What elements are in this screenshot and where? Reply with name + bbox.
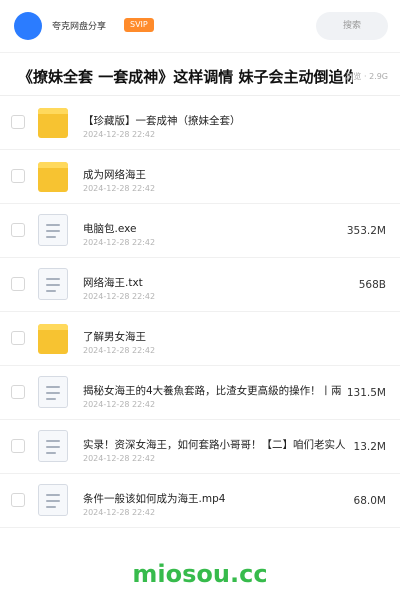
file-row[interactable]: 成为网络海王 2024-12-28 22:42 bbox=[0, 150, 400, 204]
file-checkbox[interactable] bbox=[11, 385, 25, 399]
file-row[interactable]: 电脑包.exe 2024-12-28 22:42 353.2M bbox=[0, 204, 400, 258]
document-icon bbox=[38, 430, 68, 462]
file-name[interactable]: 电脑包.exe bbox=[83, 221, 353, 236]
file-name[interactable]: 成为网络海王 bbox=[83, 167, 353, 182]
search-input[interactable]: 搜索 bbox=[316, 12, 388, 40]
document-icon bbox=[38, 484, 68, 516]
file-checkbox[interactable] bbox=[11, 169, 25, 183]
document-icon bbox=[38, 214, 68, 246]
file-row[interactable]: 揭秘女海王的4大養魚套路，比渣女更高級的操作！丨兩 2024-12-28 22:4… bbox=[0, 366, 400, 420]
file-list: 【珍藏版】一套成神（撩妹全套） 2024-12-28 22:42 成为网络海王 202… bbox=[0, 96, 400, 528]
file-row[interactable]: 了解男女海王 2024-12-28 22:42 bbox=[0, 312, 400, 366]
file-size: 353.2M bbox=[346, 225, 386, 237]
file-date: 2024-12-28 22:42 bbox=[83, 292, 156, 301]
file-size: 131.5M bbox=[346, 387, 386, 399]
file-date: 2024-12-28 22:42 bbox=[83, 238, 156, 247]
file-name[interactable]: 网络海王.txt bbox=[83, 275, 353, 290]
folder-icon bbox=[38, 324, 68, 354]
file-size: 68.0M bbox=[353, 495, 386, 507]
folder-icon bbox=[38, 162, 68, 192]
document-icon bbox=[38, 268, 68, 300]
share-title-bar: 《撩妹全套 一套成神》这样调情 妹子会主动倒追你 浏览 · 2.9G bbox=[0, 52, 400, 96]
svip-badge: SVIP bbox=[124, 18, 154, 32]
folder-icon bbox=[38, 108, 68, 138]
file-name[interactable]: 揭秘女海王的4大養魚套路，比渣女更高級的操作！丨兩 bbox=[83, 383, 353, 398]
file-name[interactable]: 【珍藏版】一套成神（撩妹全套） bbox=[83, 113, 353, 128]
file-date: 2024-12-28 22:42 bbox=[83, 346, 156, 355]
file-date: 2024-12-28 22:42 bbox=[83, 130, 156, 139]
avatar[interactable] bbox=[14, 12, 42, 40]
document-icon bbox=[38, 376, 68, 408]
watermark: miosou.cc bbox=[132, 560, 268, 588]
file-row[interactable]: 条件一般该如何成为海王.mp4 2024-12-28 22:42 68.0M bbox=[0, 474, 400, 528]
file-date: 2024-12-28 22:42 bbox=[83, 400, 156, 409]
file-checkbox[interactable] bbox=[11, 331, 25, 345]
file-name[interactable]: 实录！资深女海王，如何套路小哥哥！【二】咱们老实人 bbox=[83, 437, 353, 452]
file-name[interactable]: 了解男女海王 bbox=[83, 329, 353, 344]
share-meta: 浏览 · 2.9G bbox=[345, 72, 388, 81]
file-size: 568B bbox=[358, 279, 386, 291]
file-checkbox[interactable] bbox=[11, 493, 25, 507]
file-checkbox[interactable] bbox=[11, 115, 25, 129]
file-row[interactable]: 【珍藏版】一套成神（撩妹全套） 2024-12-28 22:42 bbox=[0, 96, 400, 150]
user-name[interactable]: 夸克网盘分享 bbox=[52, 19, 106, 32]
file-row[interactable]: 网络海王.txt 2024-12-28 22:42 568B bbox=[0, 258, 400, 312]
file-checkbox[interactable] bbox=[11, 439, 25, 453]
file-date: 2024-12-28 22:42 bbox=[83, 454, 156, 463]
file-name[interactable]: 条件一般该如何成为海王.mp4 bbox=[83, 491, 353, 506]
share-title: 《撩妹全套 一套成神》这样调情 妹子会主动倒追你 bbox=[18, 68, 353, 86]
file-date: 2024-12-28 22:42 bbox=[83, 184, 156, 193]
file-checkbox[interactable] bbox=[11, 223, 25, 237]
file-date: 2024-12-28 22:42 bbox=[83, 508, 156, 517]
file-size: 13.2M bbox=[353, 441, 386, 453]
file-checkbox[interactable] bbox=[11, 277, 25, 291]
file-row[interactable]: 实录！资深女海王，如何套路小哥哥！【二】咱们老实人 2024-12-28 22:4… bbox=[0, 420, 400, 474]
header: 夸克网盘分享 SVIP 搜索 bbox=[0, 0, 400, 52]
